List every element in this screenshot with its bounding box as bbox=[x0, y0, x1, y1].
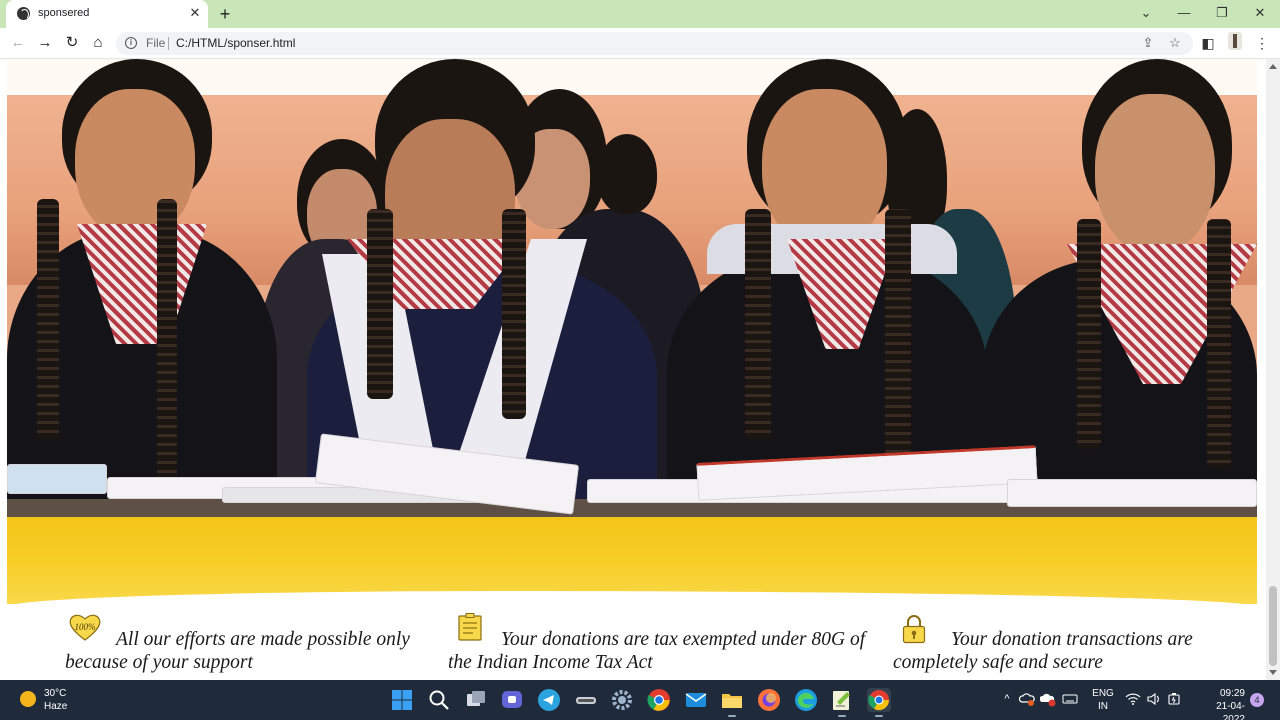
student-2-braid bbox=[367, 209, 393, 399]
student-4-braid bbox=[1077, 219, 1101, 449]
bookmark-star-icon[interactable]: ☆ bbox=[1167, 35, 1183, 51]
firefox-icon[interactable] bbox=[757, 688, 781, 712]
tab-title: sponsered bbox=[38, 7, 90, 19]
site-info-icon[interactable]: i bbox=[125, 37, 137, 49]
student-2-braid-2 bbox=[502, 209, 526, 419]
volume-icon[interactable] bbox=[1146, 691, 1162, 707]
show-hidden-icons-chevron-icon[interactable]: ^ bbox=[999, 691, 1015, 707]
usb-drive-icon[interactable] bbox=[574, 688, 598, 712]
notepad-plus-icon[interactable] bbox=[830, 688, 854, 717]
close-tab-icon[interactable]: ✕ bbox=[187, 4, 203, 22]
student-3-braid bbox=[745, 209, 771, 439]
keyboard-icon[interactable] bbox=[1062, 691, 1078, 707]
clock-date: 21-04-2022 bbox=[1216, 701, 1245, 725]
language-indicator[interactable]: ENG IN bbox=[1092, 687, 1114, 713]
browser-toolbar: ← → ↻ ⌂ i File C:/HTML/sponser.html ⇪ ☆ … bbox=[0, 28, 1280, 59]
new-tab-button[interactable]: + bbox=[216, 3, 234, 25]
student-3-braid-2 bbox=[885, 209, 911, 459]
book-1 bbox=[7, 464, 107, 494]
close-window-icon[interactable]: ✕ bbox=[1248, 3, 1272, 23]
weather-description[interactable]: Haze bbox=[44, 701, 67, 712]
background-student-hair-3 bbox=[597, 134, 657, 214]
edge-icon[interactable] bbox=[794, 688, 818, 712]
profile-avatar-icon[interactable] bbox=[1224, 32, 1246, 54]
browser-tab-bar: sponsered ✕ + ⌄ — ❐ ✕ bbox=[0, 0, 1280, 28]
wifi-icon[interactable] bbox=[1125, 691, 1141, 707]
student-4-braid-2 bbox=[1207, 219, 1231, 469]
feature-tax-text: Your donations are tax exempted under 80… bbox=[448, 629, 866, 673]
settings-gear-icon[interactable] bbox=[610, 688, 634, 712]
task-view-icon[interactable] bbox=[464, 688, 488, 712]
cloud-error-icon[interactable] bbox=[1039, 691, 1056, 707]
restore-icon[interactable]: ❐ bbox=[1210, 3, 1234, 23]
weather-sun-icon[interactable] bbox=[20, 691, 36, 707]
features-row: 100% All our efforts are made possible o… bbox=[0, 604, 1266, 680]
side-panel-icon[interactable]: ◧ bbox=[1197, 32, 1219, 54]
menu-kebab-icon[interactable]: ⋮ bbox=[1251, 32, 1273, 54]
student-4-face bbox=[1095, 94, 1215, 254]
page-scrollbar[interactable] bbox=[1266, 59, 1280, 680]
system-clock[interactable]: 09:29 21-04-2022 bbox=[1203, 687, 1245, 726]
back-arrow-icon[interactable]: ← bbox=[7, 32, 29, 54]
notification-badge[interactable]: 4 bbox=[1250, 693, 1264, 707]
students-hero-image bbox=[7, 59, 1257, 604]
reload-icon[interactable]: ↻ bbox=[61, 32, 83, 54]
windows-taskbar: 30°C Haze ^ ENG IN 09:29 21-04-2022 4 bbox=[0, 680, 1280, 725]
feature-secure-text: Your donation transactions are completel… bbox=[893, 629, 1193, 673]
home-icon[interactable]: ⌂ bbox=[87, 32, 109, 54]
battery-icon[interactable] bbox=[1166, 691, 1182, 707]
mail-icon[interactable] bbox=[684, 688, 708, 712]
share-icon[interactable]: ⇪ bbox=[1140, 35, 1156, 51]
student-1-face bbox=[75, 89, 195, 239]
scroll-up-arrow-icon[interactable] bbox=[1269, 64, 1277, 69]
forward-arrow-icon[interactable]: → bbox=[34, 32, 56, 54]
teams-chat-icon[interactable] bbox=[500, 688, 524, 712]
weather-temperature[interactable]: 30°C bbox=[44, 688, 66, 699]
windows-start-icon[interactable] bbox=[390, 688, 414, 712]
page-viewport: 100% All our efforts are made possible o… bbox=[0, 59, 1266, 680]
onedrive-sync-icon[interactable] bbox=[1018, 691, 1035, 707]
chrome-icon[interactable] bbox=[647, 688, 671, 712]
scroll-down-arrow-icon[interactable] bbox=[1269, 670, 1277, 675]
language-region: IN bbox=[1098, 701, 1108, 712]
tab-search-chevron-icon[interactable]: ⌄ bbox=[1134, 3, 1158, 23]
clock-time: 09:29 bbox=[1219, 688, 1245, 699]
student-1-braid-2 bbox=[157, 199, 177, 479]
book-7 bbox=[1007, 479, 1257, 507]
chrome-active-icon[interactable] bbox=[867, 688, 891, 717]
browser-tab[interactable]: sponsered ✕ bbox=[6, 0, 208, 28]
globe-favicon-icon bbox=[17, 7, 30, 20]
student-1-braid bbox=[37, 199, 59, 439]
url-separator bbox=[168, 37, 169, 50]
feature-support-text: All our efforts are made possible only b… bbox=[65, 629, 410, 673]
url-text[interactable]: C:/HTML/sponser.html bbox=[176, 36, 295, 50]
minimize-icon[interactable]: — bbox=[1172, 3, 1196, 23]
file-explorer-icon[interactable] bbox=[720, 688, 744, 717]
url-scheme: File bbox=[146, 36, 166, 50]
address-bar[interactable]: i File C:/HTML/sponser.html ⇪ ☆ bbox=[116, 32, 1193, 55]
language-code: ENG bbox=[1092, 688, 1114, 699]
search-icon[interactable] bbox=[427, 688, 451, 712]
telegram-icon[interactable] bbox=[537, 688, 561, 712]
scrollbar-thumb[interactable] bbox=[1269, 586, 1277, 666]
